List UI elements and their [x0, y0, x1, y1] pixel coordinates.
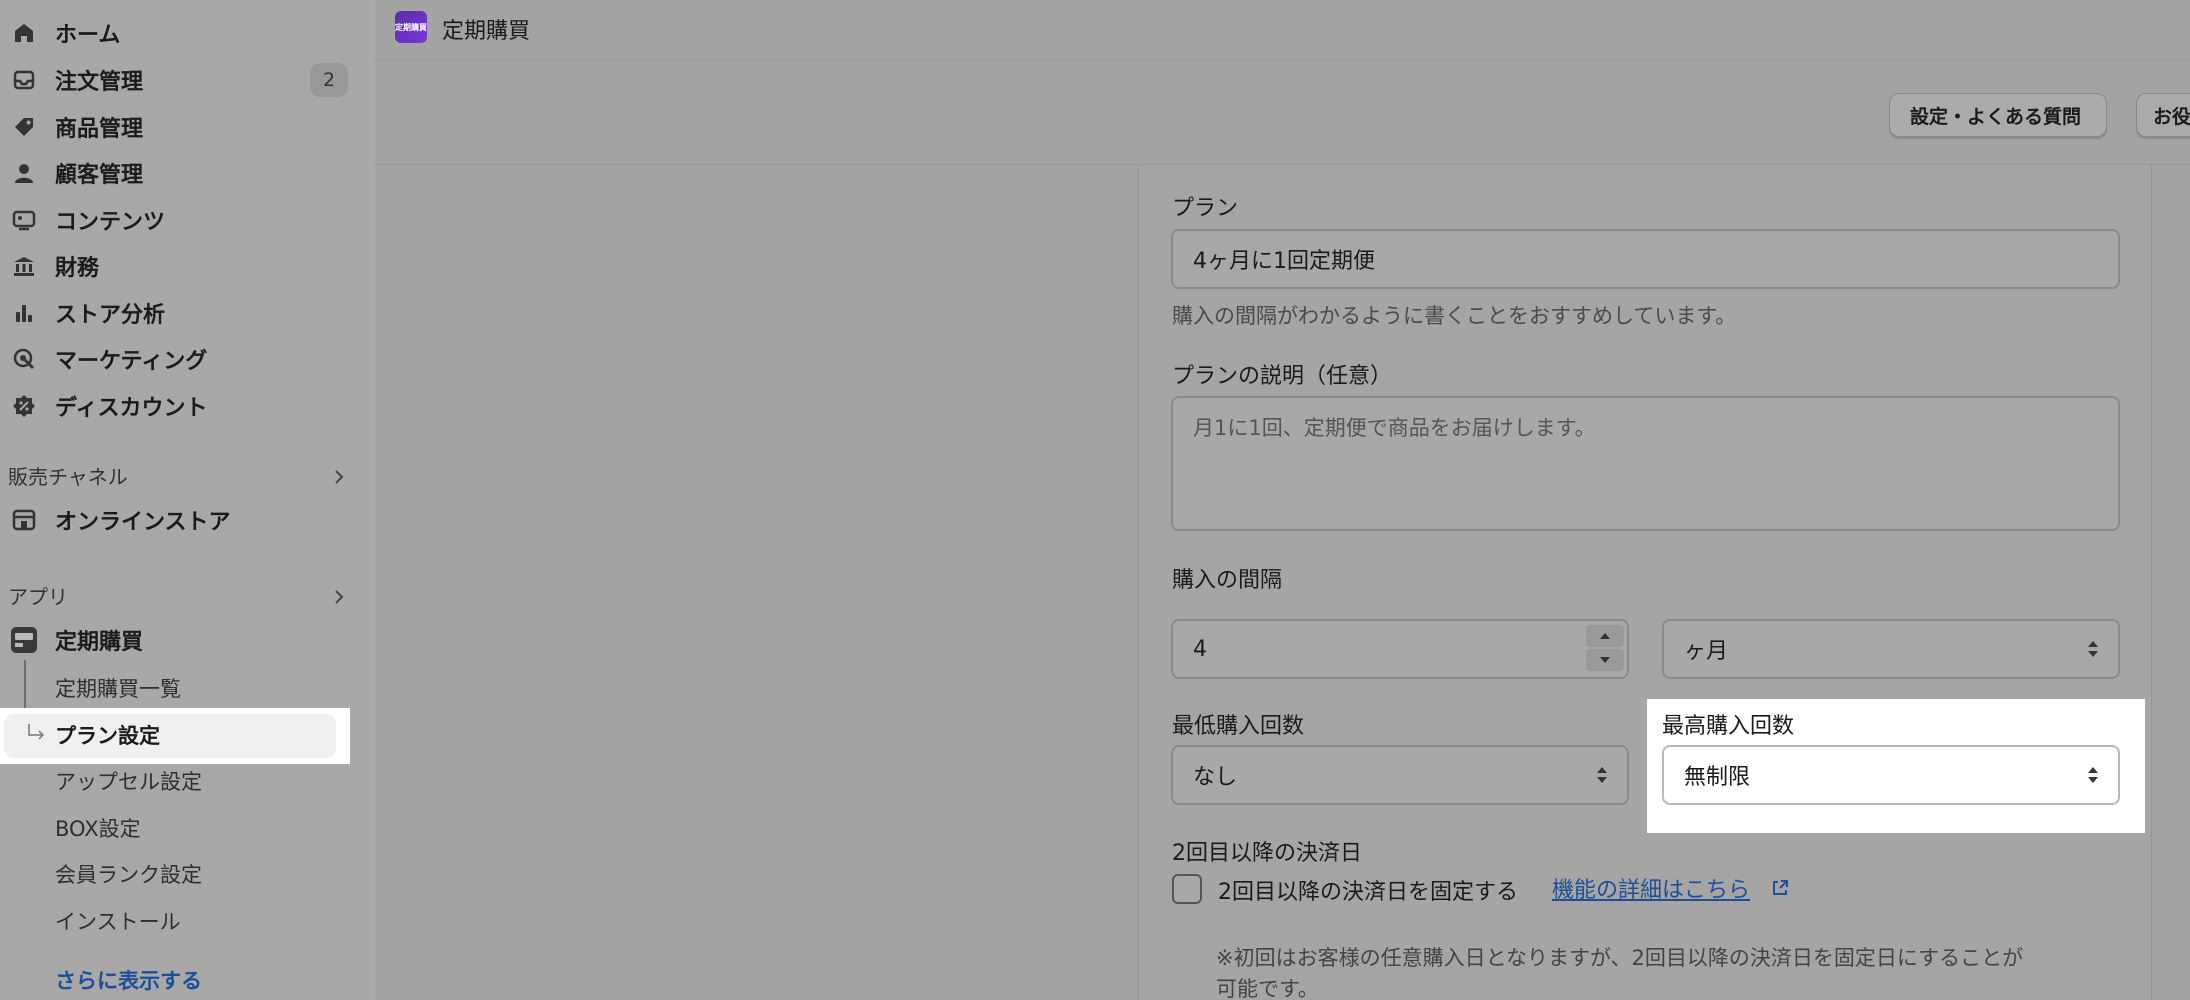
active-subitem-background	[4, 714, 336, 758]
caret-down-icon	[1600, 657, 1610, 663]
sidebar-item-label: 財務	[55, 256, 100, 281]
sidebar-item-content[interactable]: コンテンツ	[0, 198, 360, 242]
plan-label: プラン	[1172, 196, 1239, 221]
sidebar-subitem-member-rank[interactable]: 会員ランク設定	[55, 859, 202, 889]
sidebar-item-label: オンラインストア	[55, 510, 231, 535]
bank-icon	[10, 252, 38, 280]
max-purchases-label: 最高購入回数	[1662, 714, 1795, 739]
description-label: プランの説明（任意）	[1172, 364, 1393, 389]
store-icon	[10, 506, 38, 534]
billing-note-line2: 可能です。	[1216, 977, 1319, 1000]
min-purchases-label: 最低購入回数	[1172, 714, 1305, 739]
target-icon	[10, 345, 38, 373]
feature-details-link[interactable]: 機能の詳細はこちら	[1552, 872, 1750, 904]
tag-icon	[10, 113, 38, 141]
select-arrows-icon	[1597, 767, 1607, 783]
sidebar-item-orders[interactable]: 注文管理 2	[0, 58, 360, 102]
app-logo-icon	[10, 626, 38, 654]
interval-label: 購入の間隔	[1172, 568, 1283, 593]
sidebar-item-customers[interactable]: 顧客管理	[0, 151, 360, 195]
sidebar-subitem-install[interactable]: インストール	[55, 906, 181, 936]
external-link-icon[interactable]	[1770, 878, 1790, 898]
min-purchases-select[interactable]: なし	[1171, 745, 1629, 805]
chevron-right-icon[interactable]	[330, 468, 348, 486]
sidebar-item-home[interactable]: ホーム	[0, 11, 360, 55]
home-icon	[10, 19, 38, 47]
person-icon	[10, 159, 38, 187]
billing-note-line1: ※初回はお客様の任意購入日となりますが、2回目以降の決済日を固定日にすることが	[1216, 946, 2024, 970]
fix-billing-date-label[interactable]: 2回目以降の決済日を固定する	[1218, 874, 1518, 906]
plan-help-text: 購入の間隔がわかるように書くことをおすすめしています。	[1172, 304, 1737, 328]
sidebar-item-label: ストア分析	[55, 303, 166, 328]
fix-billing-date-checkbox[interactable]	[1172, 874, 1202, 904]
inbox-icon	[10, 66, 38, 94]
sidebar-item-label: ディスカウント	[55, 396, 208, 421]
sidebar-item-finance[interactable]: 財務	[0, 244, 360, 288]
interval-stepper[interactable]	[1586, 625, 1624, 671]
plan-description-textarea[interactable]: 月1に1回、定期便で商品をお届けします。	[1171, 396, 2120, 531]
sidebar-item-label: マーケティング	[55, 349, 208, 374]
sidebar-item-products[interactable]: 商品管理	[0, 105, 360, 149]
chevron-right-icon[interactable]	[330, 588, 348, 606]
show-more-link[interactable]: さらに表示する	[55, 965, 202, 995]
interval-number-input[interactable]: 4	[1171, 619, 1629, 679]
sidebar-item-online-store[interactable]: オンラインストア	[0, 498, 360, 542]
select-arrows-icon	[2088, 641, 2098, 657]
sidebar-item-label: コンテンツ	[55, 210, 166, 235]
sidebar-item-label: 顧客管理	[55, 163, 144, 188]
interval-unit-value: ヶ月	[1684, 639, 1729, 664]
sidebar-item-label: ホーム	[55, 23, 121, 48]
sidebar-item-discounts[interactable]: ディスカウント	[0, 384, 360, 428]
max-purchases-select[interactable]: 無制限	[1662, 745, 2120, 805]
order-count-badge: 2	[310, 63, 348, 97]
tree-branch-icon	[28, 724, 45, 740]
sidebar-subitem-upsell-settings[interactable]: アップセル設定	[55, 766, 202, 796]
billing-date-label: 2回目以降の決済日	[1172, 841, 1362, 866]
caret-up-icon	[1600, 633, 1610, 639]
sidebar-item-analytics[interactable]: ストア分析	[0, 291, 360, 335]
interval-value: 4	[1193, 636, 1207, 662]
decrement-button[interactable]	[1586, 649, 1624, 671]
increment-button[interactable]	[1586, 625, 1624, 647]
bar-chart-icon	[10, 299, 38, 327]
sidebar-item-marketing[interactable]: マーケティング	[0, 337, 360, 381]
sidebar-item-label: 定期購買	[55, 630, 144, 655]
sidebar-item-label: 注文管理	[55, 70, 144, 95]
sidebar-subitem-box-settings[interactable]: BOX設定	[55, 813, 141, 843]
sales-channels-heading: 販売チャネル	[8, 465, 128, 489]
app-icon: 定期購買	[395, 11, 427, 43]
settings-faq-button[interactable]: 設定・よくある質問	[1889, 93, 2107, 137]
app-header	[375, 0, 2190, 60]
select-arrows-icon	[2088, 767, 2098, 783]
sidebar-item-subscription-app[interactable]: 定期購買	[0, 618, 360, 662]
interval-unit-select[interactable]: ヶ月	[1662, 619, 2120, 679]
discount-icon	[10, 392, 38, 420]
apps-heading: アプリ	[8, 585, 68, 609]
help-button[interactable]: お役	[2136, 93, 2190, 137]
sidebar-subitem-plan-settings[interactable]: プラン設定	[55, 720, 160, 750]
sidebar-subitem-subscription-list[interactable]: 定期購買一覧	[55, 673, 181, 703]
max-purchases-value: 無制限	[1684, 765, 1751, 790]
sidebar-item-label: 商品管理	[55, 117, 144, 142]
plan-name-input[interactable]: 4ヶ月に1回定期便	[1171, 229, 2120, 289]
min-purchases-value: なし	[1193, 765, 1238, 790]
page-title: 定期購買	[442, 19, 531, 44]
image-icon	[10, 206, 38, 234]
